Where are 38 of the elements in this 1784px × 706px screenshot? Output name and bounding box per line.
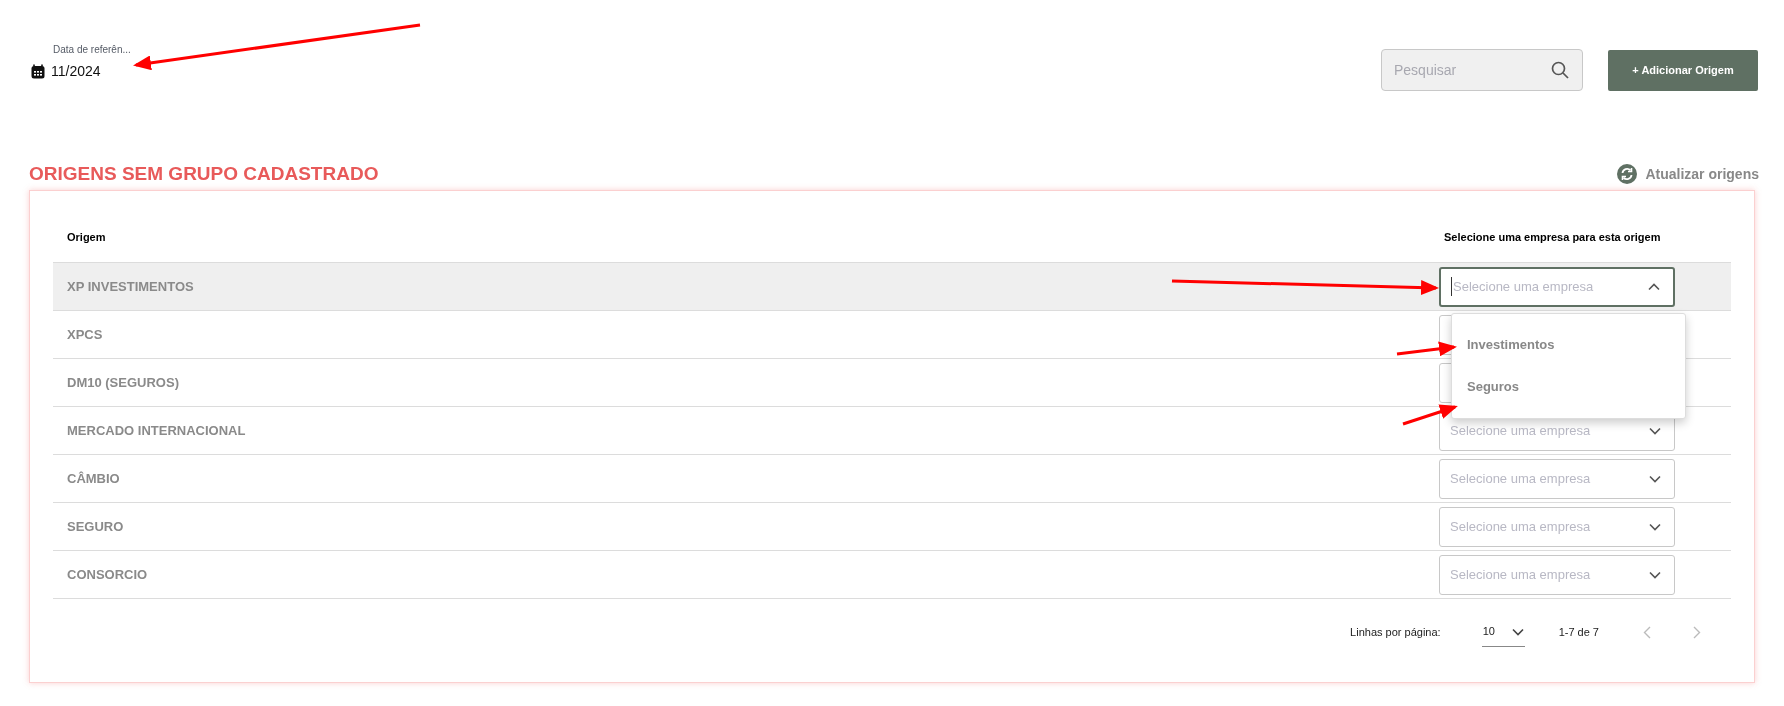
section-title: ORIGENS SEM GRUPO CADASTRADO	[29, 161, 379, 186]
chevron-down-icon	[1511, 627, 1524, 636]
company-select[interactable]: Selecione uma empresa	[1439, 506, 1675, 547]
column-header: Selecione uma empresa para esta origem	[1443, 230, 1662, 246]
field-label: Data de referên...	[53, 43, 131, 57]
company-select[interactable]: Selecione uma empresa	[1439, 554, 1675, 595]
date-value[interactable]: 11/2024	[51, 61, 101, 82]
add-origin-button[interactable]: + Adicionar Origem	[1608, 49, 1758, 91]
origin-cell-text: DM10 (SEGUROS)	[67, 373, 179, 392]
column-header: Origem	[66, 230, 107, 246]
dropdown-option[interactable]: Seguros	[1452, 366, 1685, 408]
chevron-down-icon	[1649, 474, 1661, 483]
annotation-arrow	[1402, 404, 1458, 426]
origin-cell-text: XP INVESTIMENTOS	[67, 277, 194, 296]
chevron-down-icon	[1649, 570, 1661, 579]
origin-cell-text: SEGURO	[67, 517, 124, 536]
search-field[interactable]: Pesquisar	[1381, 49, 1583, 91]
search-icon	[1551, 61, 1569, 79]
origin-cell-text: MERCADO INTERNACIONAL	[67, 421, 246, 440]
dropdown-option[interactable]: Investimentos	[1452, 324, 1685, 366]
rows-per-page-label: Linhas por página:	[1350, 624, 1441, 640]
chevron-up-icon	[1648, 282, 1660, 291]
origin-cell-text: XPCS	[67, 325, 103, 344]
page-range: 1-7 de 7	[1558, 624, 1599, 640]
chevron-left-icon	[1643, 625, 1651, 639]
company-select[interactable]: Selecione uma empresa	[1439, 266, 1675, 307]
origin-cell-text: CONSORCIO	[67, 565, 148, 584]
calendar-icon	[31, 64, 45, 79]
refresh-icon	[1617, 164, 1638, 184]
annotation-arrow	[1396, 341, 1457, 357]
refresh-button[interactable]: Atualizar origens	[1617, 163, 1759, 185]
chevron-down-icon	[1649, 426, 1661, 435]
company-select[interactable]: Selecione uma empresa	[1439, 458, 1675, 499]
table-row[interactable]: XP INVESTIMENTOS Selecione uma empresa	[53, 263, 1731, 311]
origin-cell-text: CÂMBIO	[67, 469, 120, 488]
rows-per-page-select[interactable]: 10	[1481, 617, 1525, 647]
chevron-down-icon	[1649, 522, 1661, 531]
chevron-right-icon	[1693, 625, 1701, 639]
